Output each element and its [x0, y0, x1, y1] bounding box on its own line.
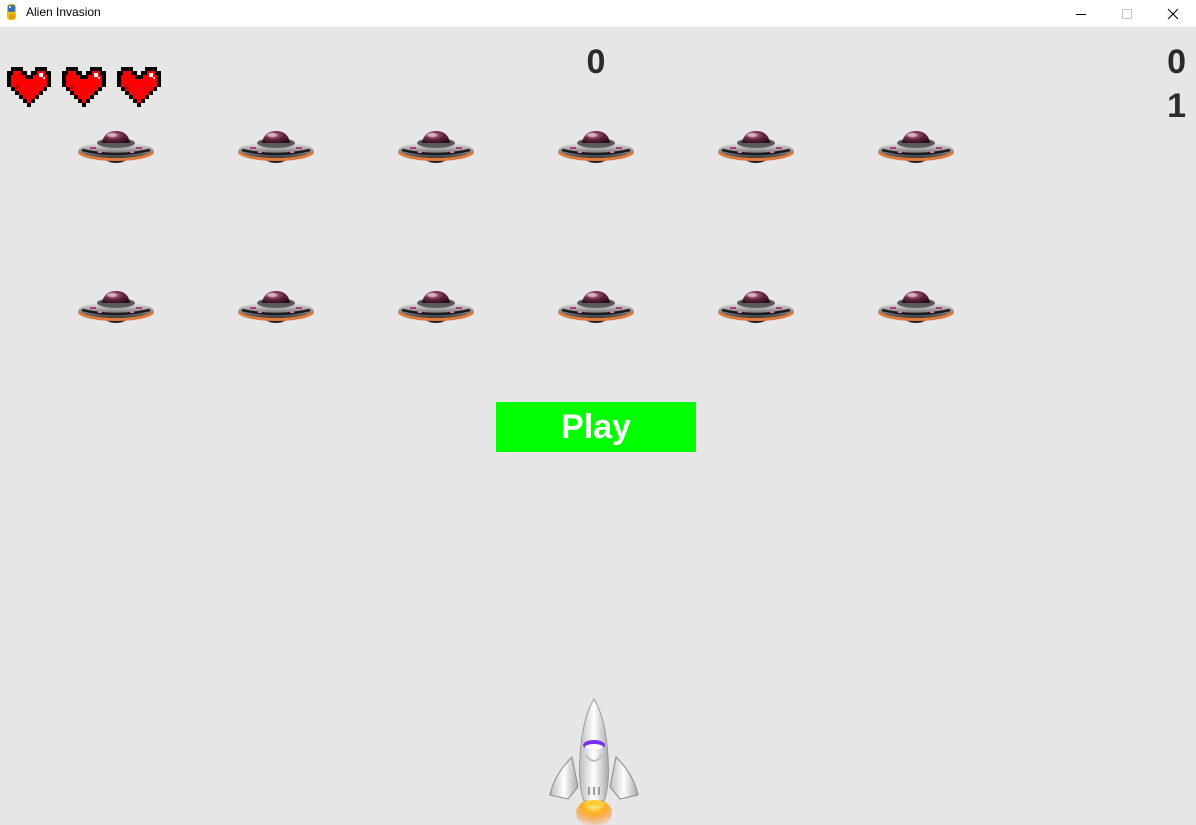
level-display: 1	[1167, 87, 1186, 125]
heart-icon	[117, 67, 161, 107]
ufo-icon	[876, 129, 956, 165]
maximize-icon	[1122, 8, 1132, 19]
score-display: 0	[586, 43, 606, 81]
ufo-icon	[716, 289, 796, 325]
heart-icon	[62, 67, 106, 107]
close-icon	[1167, 8, 1179, 19]
ufo-icon	[76, 129, 156, 165]
heart-icon	[7, 67, 51, 107]
window-title: Alien Invasion	[26, 5, 101, 19]
ufo-icon	[396, 289, 476, 325]
ufo-icon	[236, 289, 316, 325]
maximize-button[interactable]	[1104, 0, 1150, 27]
ufo-icon	[556, 289, 636, 325]
python-snake-icon	[7, 4, 16, 20]
high-score-display: 0	[1167, 43, 1186, 81]
play-button[interactable]: Play	[496, 402, 696, 452]
ufo-icon	[556, 129, 636, 165]
window-titlebar: Alien Invasion	[0, 0, 1196, 27]
close-button[interactable]	[1150, 0, 1196, 27]
ufo-icon	[236, 129, 316, 165]
minimize-button[interactable]	[1058, 0, 1104, 27]
ufo-icon	[876, 289, 956, 325]
game-area: 0 0 1 Play	[0, 27, 1196, 825]
ufo-icon	[716, 129, 796, 165]
spaceship-icon	[549, 698, 639, 825]
ufo-icon	[76, 289, 156, 325]
ufo-icon	[396, 129, 476, 165]
minimize-icon	[1076, 13, 1086, 15]
